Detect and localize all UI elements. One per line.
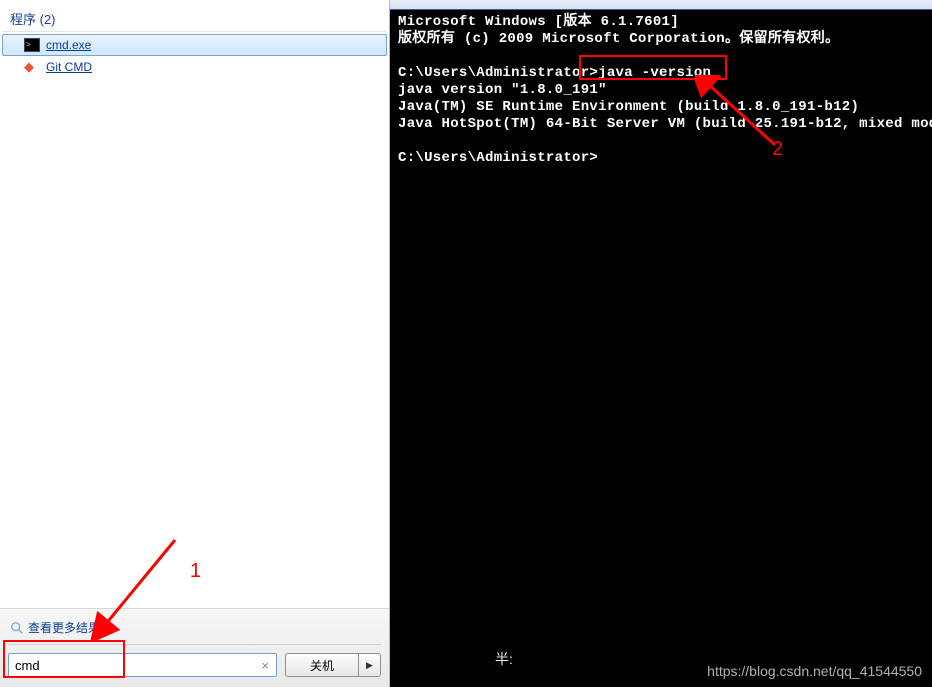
shutdown-split-button: 关机 ▶ — [285, 653, 381, 677]
term-line: 版权所有 (c) 2009 Microsoft Corporation。保留所有… — [398, 31, 839, 47]
cmd-terminal-output[interactable]: Microsoft Windows [版本 6.1.7601] 版权所有 (c)… — [390, 10, 932, 687]
term-line: C:\Users\Administrator>java -version — [398, 65, 711, 81]
search-box[interactable]: × — [8, 653, 277, 677]
result-label: cmd.exe — [46, 38, 91, 52]
result-item-cmd[interactable]: cmd.exe — [2, 34, 387, 56]
see-more-results-link[interactable]: 查看更多结果 — [8, 615, 381, 645]
shutdown-dropdown-arrow[interactable]: ▶ — [359, 653, 381, 677]
start-menu-panel: 程序 (2) cmd.exe Git CMD 查看更多结果 × 关机 ▶ — [0, 0, 390, 687]
start-menu-bottom: 查看更多结果 × 关机 ▶ — [0, 608, 389, 687]
search-input[interactable] — [15, 658, 258, 673]
watermark: https://blog.csdn.net/qq_41544550 — [707, 663, 922, 679]
shutdown-button[interactable]: 关机 — [285, 653, 359, 677]
gitcmd-icon — [24, 59, 40, 75]
search-icon — [10, 621, 24, 635]
ime-indicator: 半: — [495, 649, 513, 669]
search-row: × 关机 ▶ — [8, 653, 381, 677]
results-category-header: 程序 (2) — [2, 4, 387, 32]
clear-search-icon[interactable]: × — [258, 658, 272, 673]
term-line: Java(TM) SE Runtime Environment (build 1… — [398, 99, 859, 115]
cmd-title-bar — [390, 0, 932, 10]
search-results-area: 程序 (2) cmd.exe Git CMD — [0, 0, 389, 608]
term-line: Microsoft Windows [版本 6.1.7601] — [398, 14, 679, 30]
result-label: Git CMD — [46, 60, 92, 74]
term-line: java version "1.8.0_191" — [398, 82, 607, 98]
cmd-icon — [24, 38, 40, 52]
term-line: C:\Users\Administrator> — [398, 150, 598, 166]
more-results-label: 查看更多结果 — [28, 619, 100, 636]
cmd-window: Microsoft Windows [版本 6.1.7601] 版权所有 (c)… — [390, 0, 932, 687]
result-item-gitcmd[interactable]: Git CMD — [2, 56, 387, 78]
term-line: Java HotSpot(TM) 64-Bit Server VM (build… — [398, 116, 932, 132]
